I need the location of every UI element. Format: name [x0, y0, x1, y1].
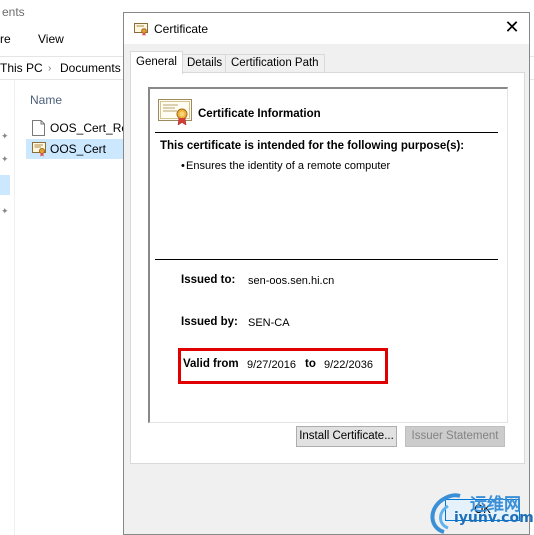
purpose-item: • Ensures the identity of a remote compu…: [181, 160, 391, 172]
issued-by-label: Issued by:: [181, 316, 238, 328]
certificate-icon: [158, 99, 192, 126]
bullet-icon: •: [181, 160, 185, 172]
file-row[interactable]: OOS_Cert_Req: [26, 118, 135, 138]
dialog-title: Certificate: [154, 22, 209, 36]
tab-details[interactable]: Details: [181, 54, 229, 73]
issued-to-label: Issued to:: [181, 274, 236, 286]
tab-certification-path[interactable]: Certification Path: [225, 54, 325, 73]
pin-icon[interactable]: ✦: [1, 155, 9, 164]
divider: [155, 259, 498, 260]
breadcrumb-this-pc[interactable]: This PC: [0, 61, 43, 75]
file-name: OOS_Cert_Req: [50, 121, 135, 135]
ribbon-tab-view[interactable]: View: [38, 32, 64, 46]
certificate-dialog: Certificate ✕ General Details Certificat…: [123, 12, 530, 535]
pin-icon[interactable]: ✦: [1, 132, 9, 141]
navigation-pane: ✦ ✦ ✦: [0, 80, 14, 535]
divider: [155, 132, 498, 133]
install-certificate-button[interactable]: Install Certificate...: [296, 426, 397, 447]
certificate-icon: [134, 23, 148, 36]
purpose-heading: This certificate is intended for the fol…: [160, 140, 465, 152]
issued-to-value: sen-oos.sen.hi.cn: [248, 275, 335, 287]
column-divider: [14, 80, 15, 535]
certificate-info-heading: Certificate Information: [198, 108, 321, 120]
valid-dates-highlight: [178, 348, 388, 384]
column-header-name[interactable]: Name: [30, 93, 62, 107]
tab-general[interactable]: General: [130, 51, 183, 74]
pin-icon[interactable]: ✦: [1, 207, 9, 216]
file-name: OOS_Cert: [50, 142, 107, 156]
general-tab-panel: Certificate Information This certificate…: [130, 72, 525, 464]
breadcrumb-chevron-icon: ›: [48, 63, 52, 74]
issuer-statement-button[interactable]: Issuer Statement: [405, 426, 505, 447]
watermark-url-text: iyunv.com: [454, 510, 534, 526]
close-icon[interactable]: ✕: [501, 17, 523, 39]
ribbon-tab-share[interactable]: re: [0, 32, 11, 46]
dialog-titlebar[interactable]: Certificate ✕: [124, 13, 529, 44]
watermark-logo: 运维网 iyunv.com: [424, 488, 534, 534]
certificate-file-icon: [32, 142, 46, 157]
explorer-title: ents: [2, 5, 25, 19]
document-icon: [32, 120, 45, 136]
file-row-selected[interactable]: OOS_Cert: [26, 139, 130, 159]
pin-icon[interactable]: [0, 175, 10, 195]
purpose-text: Ensures the identity of a remote compute…: [186, 160, 391, 172]
issued-by-value: SEN-CA: [248, 317, 290, 329]
breadcrumb-documents[interactable]: Documents: [60, 61, 121, 75]
